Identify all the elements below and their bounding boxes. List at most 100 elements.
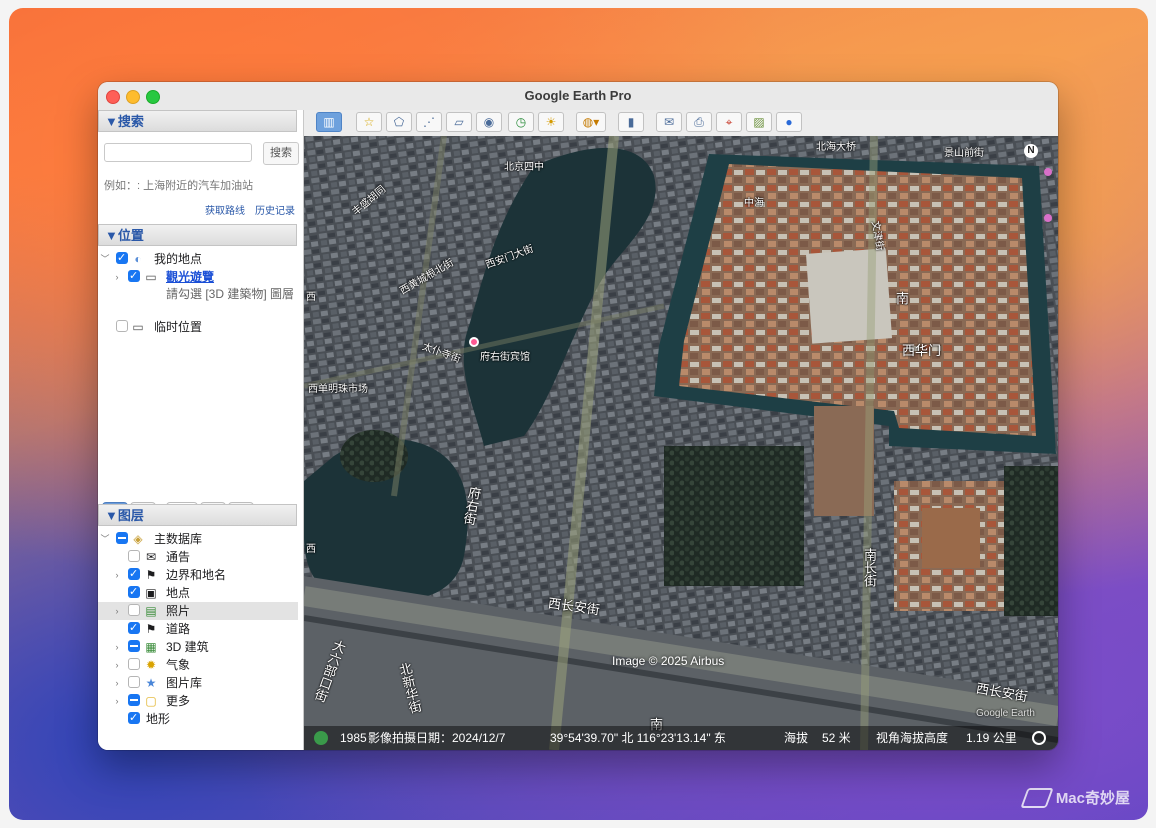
chevron-right-icon[interactable]: › <box>112 674 122 692</box>
overlay-icon[interactable]: ▱ <box>446 112 472 132</box>
folder-icon: ▭ <box>145 270 157 284</box>
layer-label: 边界和地名 <box>166 568 227 582</box>
checkbox[interactable] <box>128 565 140 583</box>
directions-link[interactable]: 获取路线 <box>205 206 245 217</box>
planets-icon[interactable]: ◍▾ <box>576 112 606 132</box>
chevron-right-icon[interactable]: › <box>112 602 122 620</box>
layer-label: 3D 建筑 <box>166 640 209 654</box>
place-sightseeing[interactable]: › ▭ 觀光遊覽 <box>98 267 298 286</box>
eye-altitude-value: 1.19 公里 <box>966 731 1017 745</box>
chevron-right-icon[interactable]: › <box>112 638 122 656</box>
layer-borders[interactable]: › ⚑ 边界和地名 <box>98 565 298 584</box>
history-link[interactable]: 历史记录 <box>255 206 295 217</box>
map-label: 北京四中 <box>504 162 544 173</box>
checkbox[interactable] <box>128 709 140 727</box>
print-icon[interactable]: ⎙ <box>686 112 712 132</box>
layer-weather[interactable]: › ✹ 气象 <box>98 656 298 674</box>
checkbox[interactable] <box>128 550 140 562</box>
checkbox[interactable] <box>128 658 140 670</box>
place-label[interactable]: 觀光遊覽 <box>166 268 214 286</box>
sun-icon: ✹ <box>145 658 157 672</box>
place-temporary[interactable]: ▭ 临时位置 <box>98 318 298 336</box>
sidebar-icon[interactable]: ▥ <box>316 112 342 132</box>
layer-label: 地形 <box>146 712 171 726</box>
chevron-right-icon[interactable]: › <box>112 692 122 710</box>
place-note-text: 請勾選 [3D 建築物] 圖層 <box>166 287 295 301</box>
app-window: Google Earth Pro ▼搜索 搜索 例如：: 上海附近的汽车加油站 … <box>98 82 1058 750</box>
coordinates: 39°54'39.70" 北 116°23'13.14" 东 <box>550 731 726 745</box>
building-icon: ▦ <box>145 640 157 654</box>
elevation-label: 海拔 <box>784 731 809 745</box>
google-earth-watermark: Google Earth <box>976 708 1035 719</box>
map-pin-icon[interactable] <box>469 337 479 347</box>
place-marker-icon: ▣ <box>145 586 157 600</box>
place-label: 临时位置 <box>154 320 203 334</box>
chevron-down-icon[interactable]: ﹀ <box>100 530 110 548</box>
chevron-right-icon[interactable]: › <box>112 656 122 674</box>
map-label: 府右街宾馆 <box>480 352 530 363</box>
layer-label: 照片 <box>166 604 191 618</box>
layers-panel-header[interactable]: ▼图层 <box>98 504 297 526</box>
places-panel-header[interactable]: ▼位置 <box>98 224 297 246</box>
imagery-history-icon[interactable] <box>314 731 328 745</box>
map-label: 中海 <box>744 198 764 209</box>
layer-roads[interactable]: ⚑ 道路 <box>98 619 298 638</box>
placemark-icon[interactable]: ☆ <box>356 112 382 132</box>
checkbox[interactable] <box>128 640 140 652</box>
chevron-right-icon[interactable]: › <box>112 566 122 584</box>
polygon-icon[interactable]: ⬠ <box>386 112 412 132</box>
compass-icon[interactable]: N <box>1024 144 1038 158</box>
checkbox[interactable] <box>128 676 140 688</box>
layer-terrain[interactable]: 地形 <box>98 709 298 728</box>
map-label: 西 <box>306 544 316 555</box>
save-image-icon[interactable]: ▨ <box>746 112 772 132</box>
checkbox[interactable] <box>116 320 128 332</box>
ruler-icon[interactable]: ▮ <box>618 112 644 132</box>
watermark-logo-icon <box>1020 787 1054 808</box>
map-pin-icon[interactable] <box>1044 168 1052 176</box>
checkbox[interactable] <box>128 694 140 706</box>
status-bar: 1985 影像拍摄日期：2024/12/7 39°54'39.70" 北 116… <box>304 726 1058 750</box>
checkbox[interactable] <box>128 619 140 637</box>
place-note: 請勾選 [3D 建築物] 圖層 <box>98 286 298 320</box>
search-input[interactable] <box>104 143 252 162</box>
search-panel-header[interactable]: ▼搜索 <box>98 110 297 132</box>
layer-photos[interactable]: › ▤ 照片 <box>98 602 298 620</box>
chevron-right-icon[interactable]: › <box>112 268 122 286</box>
search-button[interactable]: 搜索 <box>263 142 299 165</box>
layer-gallery[interactable]: › ★ 图片库 <box>98 674 298 692</box>
path-icon[interactable]: ⋰ <box>416 112 442 132</box>
layer-places[interactable]: ▣ 地点 <box>98 583 298 602</box>
record-tour-icon[interactable]: ◉ <box>476 112 502 132</box>
checkbox[interactable] <box>128 604 140 616</box>
window-title: Google Earth Pro <box>524 88 632 103</box>
historical-imagery-icon[interactable]: ◷ <box>508 112 534 132</box>
sunlight-icon[interactable]: ☀ <box>538 112 564 132</box>
layer-3d-buildings[interactable]: › ▦ 3D 建筑 <box>98 638 298 656</box>
checkbox[interactable] <box>128 267 140 285</box>
folder-icon: ▭ <box>132 320 144 334</box>
search-hint: 例如：: 上海附近的汽车加油站 <box>104 180 254 192</box>
photo-icon: ▤ <box>145 604 157 618</box>
email-icon[interactable]: ✉ <box>656 112 682 132</box>
layer-notice[interactable]: ✉ 通告 <box>98 548 298 566</box>
layer-label: 地点 <box>166 586 191 600</box>
chevron-down-icon[interactable]: ﹀ <box>100 250 110 268</box>
checkbox[interactable] <box>116 532 128 544</box>
checkbox[interactable] <box>128 583 140 601</box>
layer-primary-db[interactable]: ﹀ ◈ 主数据库 <box>98 530 298 548</box>
layer-label: 道路 <box>166 622 191 636</box>
earth-icon[interactable]: ● <box>776 112 802 132</box>
checkbox[interactable] <box>116 249 128 267</box>
layer-more[interactable]: › ▢ 更多 <box>98 692 298 710</box>
titlebar: Google Earth Pro <box>98 82 1058 111</box>
globe-icon: ◐ <box>134 252 142 266</box>
map-pin-icon[interactable] <box>1044 214 1052 222</box>
watermark-text: Mac奇妙屋 <box>1055 790 1130 807</box>
eye-altitude-label: 视角海拔高度 <box>876 731 949 745</box>
place-my-places[interactable]: ﹀ ◐ 我的地点 <box>98 249 298 268</box>
flag-icon: ⚑ <box>145 622 157 636</box>
map-label: 西华门 <box>902 343 942 358</box>
view-in-maps-icon[interactable]: ⌖ <box>716 112 742 132</box>
earth-view[interactable]: 北京四中 北海大桥 景山前街 中海 西华门 西单明珠市场 府右街宾馆 府右街 南… <box>304 136 1058 750</box>
